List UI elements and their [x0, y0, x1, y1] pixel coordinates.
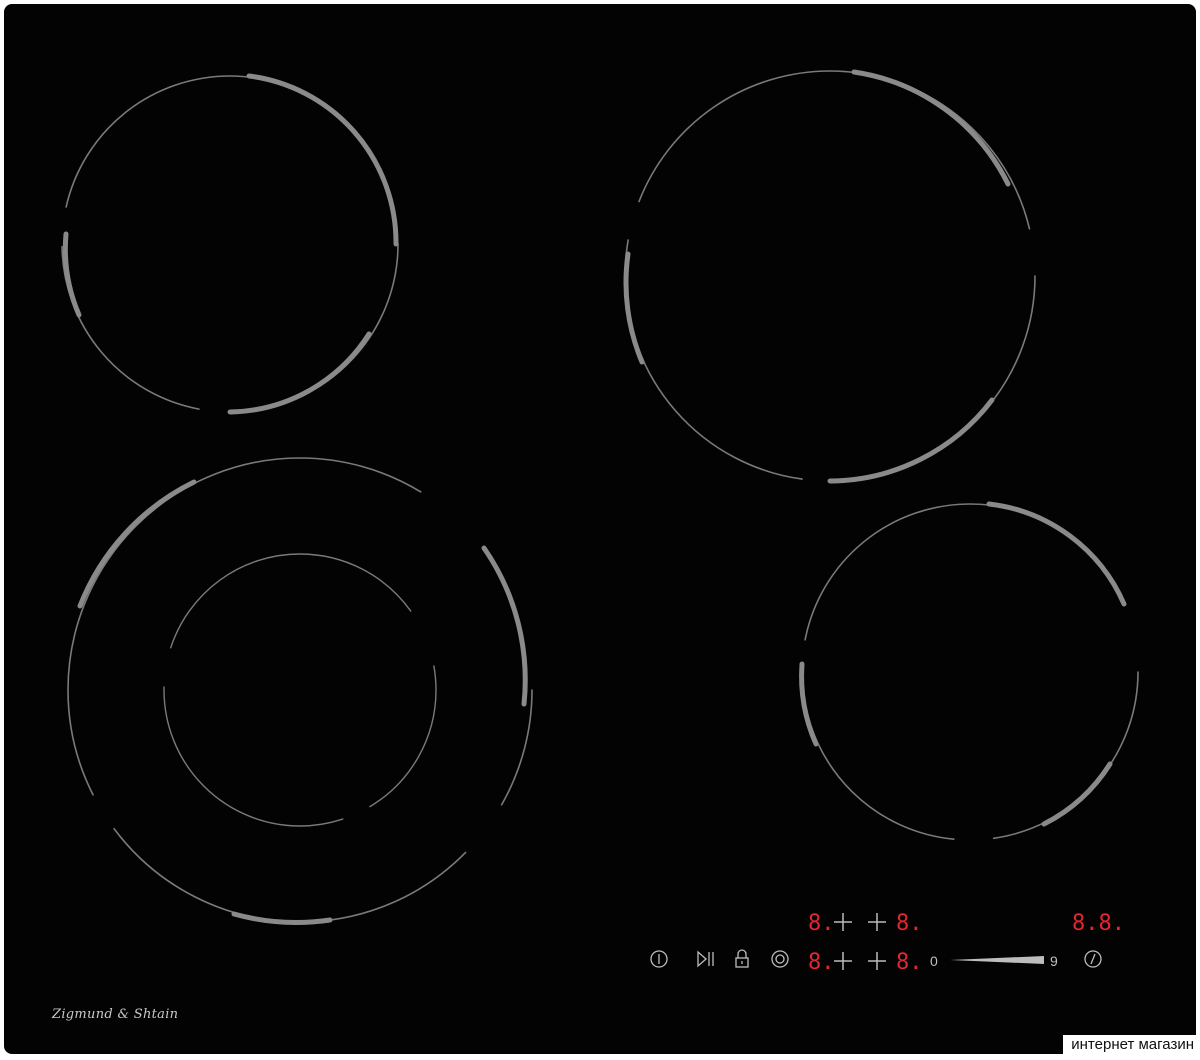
timer-icon[interactable] — [1084, 950, 1102, 968]
slider-max-label: 9 — [1050, 953, 1058, 969]
play-pause-icon[interactable] — [697, 950, 714, 968]
zone-indicator-icon — [834, 913, 886, 931]
cooking-zone-front-right — [799, 501, 1139, 841]
control-panel: 8. 8. 8.8. 8. 8. 0 9 — [650, 911, 1125, 975]
watermark-label: интернет магазин — [1063, 1035, 1200, 1054]
zone-display-top-right: 8. — [896, 911, 923, 936]
lock-icon[interactable] — [735, 949, 749, 968]
brand-logo: Zigmund & Shtain — [52, 1007, 179, 1022]
slider-min-label: 0 — [930, 953, 938, 969]
power-slider[interactable] — [950, 956, 1044, 964]
zone-select-icon[interactable] — [771, 950, 789, 968]
zone-display-top-left: 8. — [808, 911, 835, 936]
cooktop-graphics: 8. 8. 8.8. 8. 8. 0 9 — [61, 69, 1139, 975]
cooktop-surface: 8. 8. 8.8. 8. 8. 0 9 Zigmund & Shtain — [4, 4, 1196, 1054]
zone-display-bottom-right: 8. — [896, 950, 923, 975]
cooking-zone-rear-right — [623, 69, 1036, 484]
zone-display-bottom-left: 8. — [808, 950, 835, 975]
timer-display: 8.8. — [1072, 911, 1125, 936]
cooking-zone-front-left-dual — [67, 457, 533, 925]
zone-indicator-icon — [834, 952, 886, 970]
cooking-zone-rear-left — [61, 73, 399, 415]
power-icon[interactable] — [650, 950, 668, 968]
